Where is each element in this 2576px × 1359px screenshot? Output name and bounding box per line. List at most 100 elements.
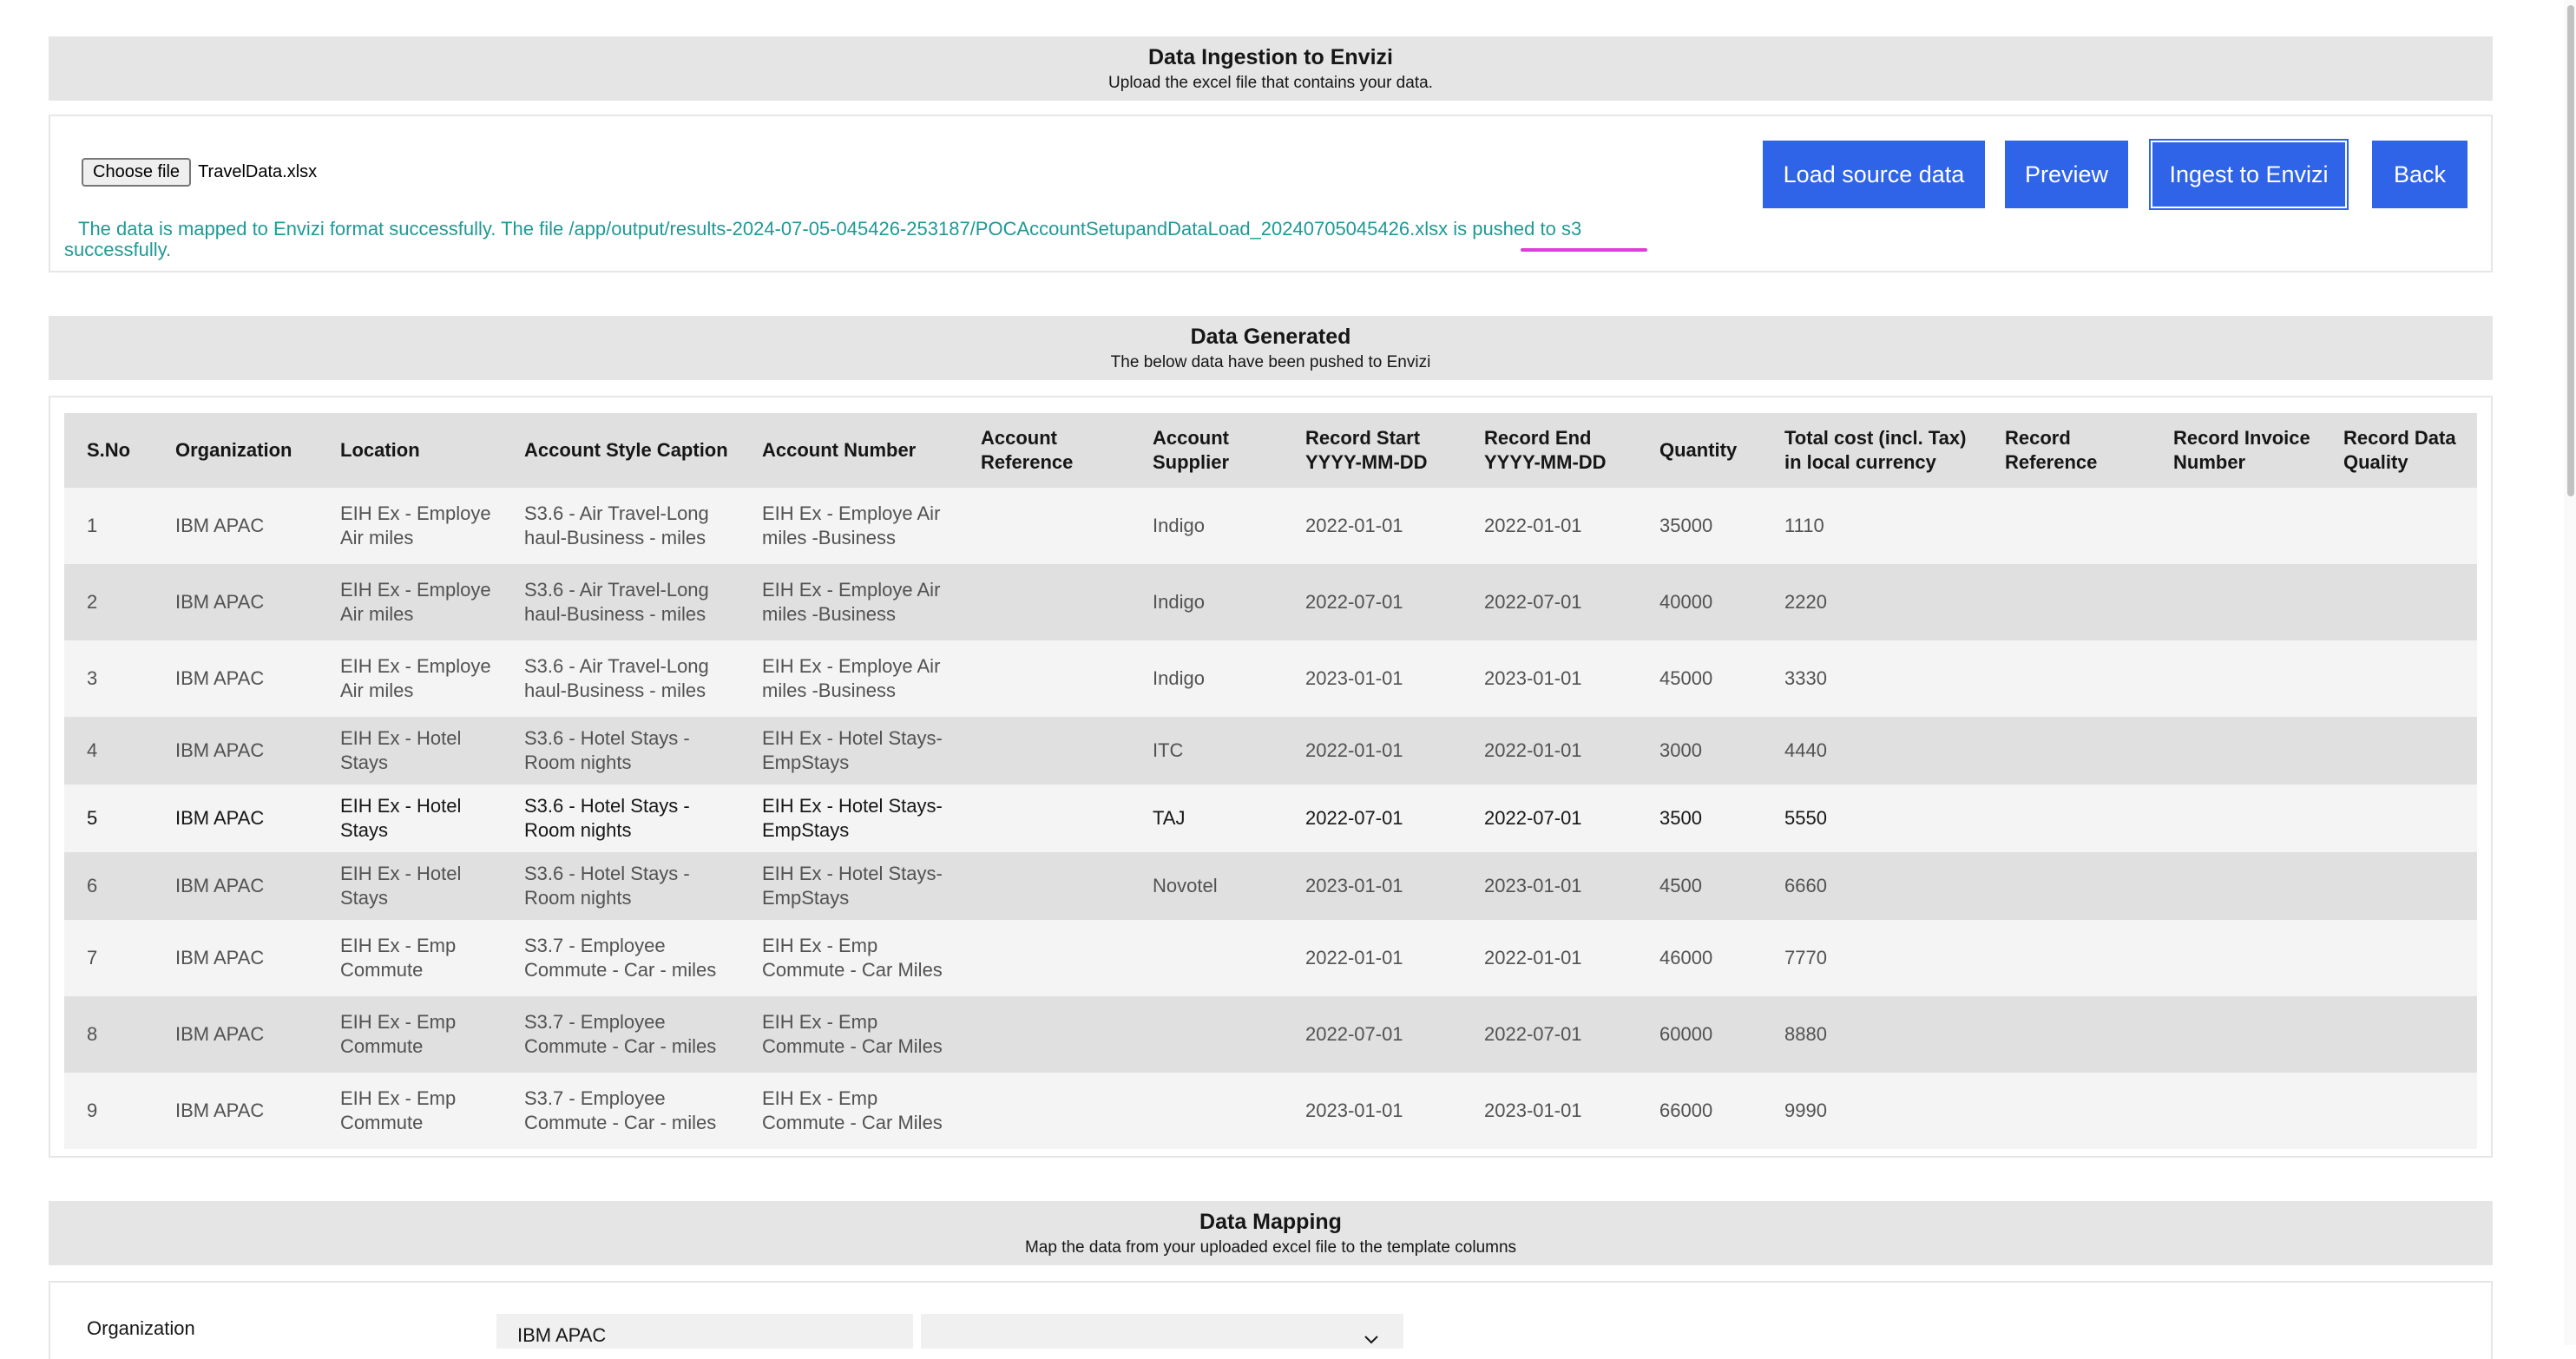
generated-title: Data Generated bbox=[1190, 325, 1351, 349]
table-cell bbox=[958, 785, 1130, 852]
table-cell: EIH Ex - Hotel Stays bbox=[318, 785, 502, 852]
table-cell: 2022-07-01 bbox=[1462, 996, 1637, 1073]
generated-data-table: S.No Organization Location Account Style Ca… bbox=[64, 413, 2477, 1149]
table-cell: EIH Ex - Hotel Stays-EmpStays bbox=[739, 717, 958, 785]
table-cell: 3330 bbox=[1762, 640, 1982, 717]
table-cell bbox=[2321, 640, 2477, 717]
table-cell bbox=[958, 920, 1130, 996]
column-header: Record End YYYY-MM-DD bbox=[1462, 413, 1637, 488]
table-cell: 8880 bbox=[1762, 996, 1982, 1073]
table-cell: 2022-07-01 bbox=[1283, 996, 1462, 1073]
table-cell: 60000 bbox=[1637, 996, 1762, 1073]
table-cell: 8 bbox=[64, 996, 153, 1073]
table-cell bbox=[1982, 785, 2151, 852]
mapping-label-organization: Organization bbox=[87, 1317, 195, 1339]
upload-panel: Choose file TravelData.xlsx Load source … bbox=[49, 115, 2493, 272]
chevron-down-icon bbox=[1364, 1329, 1379, 1349]
column-header: Record Reference bbox=[1982, 413, 2151, 488]
table-cell: EIH Ex - Employe Air miles bbox=[318, 564, 502, 640]
table-cell bbox=[958, 640, 1130, 717]
table-cell bbox=[958, 996, 1130, 1073]
table-cell bbox=[1130, 920, 1283, 996]
table-cell bbox=[1982, 1073, 2151, 1149]
table-cell: EIH Ex - Emp Commute bbox=[318, 996, 502, 1073]
table-cell: 3 bbox=[64, 640, 153, 717]
column-header: Quantity bbox=[1637, 413, 1762, 488]
table-cell bbox=[2151, 852, 2321, 920]
table-row[interactable]: 8 IBM APAC EIH Ex - Emp Commute S3.7 - Empl… bbox=[64, 996, 2477, 1073]
table-cell bbox=[2321, 564, 2477, 640]
column-header: Organization bbox=[153, 413, 318, 488]
table-cell bbox=[2151, 717, 2321, 785]
load-source-data-button[interactable]: Load source data bbox=[1763, 141, 1985, 208]
table-cell: EIH Ex - Emp Commute - Car Miles bbox=[739, 1073, 958, 1149]
table-cell: Indigo bbox=[1130, 564, 1283, 640]
ingest-to-envizi-button[interactable]: Ingest to Envizi bbox=[2149, 139, 2349, 210]
table-row[interactable]: 7 IBM APAC EIH Ex - Emp Commute S3.7 - Empl… bbox=[64, 920, 2477, 996]
table-cell bbox=[958, 717, 1130, 785]
table-cell bbox=[2151, 640, 2321, 717]
table-cell: S3.6 - Hotel Stays - Room nights bbox=[502, 717, 739, 785]
table-cell bbox=[2321, 996, 2477, 1073]
generated-panel: S.No Organization Location Account Style Ca… bbox=[49, 396, 2493, 1158]
table-cell: 2022-01-01 bbox=[1283, 488, 1462, 564]
mapping-header: Data Mapping Map the data from your uplo… bbox=[49, 1201, 2493, 1265]
generated-subtitle: The below data have been pushed to Enviz… bbox=[1110, 353, 1431, 371]
table-cell: 2022-01-01 bbox=[1283, 717, 1462, 785]
table-cell: S3.7 - Employee Commute - Car - miles bbox=[502, 1073, 739, 1149]
table-cell: 45000 bbox=[1637, 640, 1762, 717]
ingestion-title: Data Ingestion to Envizi bbox=[1148, 45, 1393, 69]
table-cell: EIH Ex - Emp Commute - Car Miles bbox=[739, 920, 958, 996]
table-cell bbox=[1982, 488, 2151, 564]
preview-button[interactable]: Preview bbox=[2005, 141, 2128, 208]
table-cell: 1 bbox=[64, 488, 153, 564]
table-cell: EIH Ex - Hotel Stays-EmpStays bbox=[739, 852, 958, 920]
table-cell: S3.6 - Air Travel-Long haul-Business - m… bbox=[502, 488, 739, 564]
table-cell: 9 bbox=[64, 1073, 153, 1149]
table-row[interactable]: 5 IBM APAC EIH Ex - Hotel Stays S3.6 - Hote… bbox=[64, 785, 2477, 852]
mapping-column-select[interactable] bbox=[921, 1314, 1403, 1349]
table-row[interactable]: 3 IBM APAC EIH Ex - Employe Air miles S3.6 … bbox=[64, 640, 2477, 717]
table-row[interactable]: 1 IBM APAC EIH Ex - Employe Air miles S3.6 … bbox=[64, 488, 2477, 564]
table-row[interactable]: 4 IBM APAC EIH Ex - Hotel Stays S3.6 - Hote… bbox=[64, 717, 2477, 785]
table-cell: EIH Ex - Hotel Stays-EmpStays bbox=[739, 785, 958, 852]
table-cell: 4440 bbox=[1762, 717, 1982, 785]
page-scrollbar[interactable] bbox=[2564, 0, 2576, 1345]
table-cell bbox=[2321, 785, 2477, 852]
table-cell: 2022-01-01 bbox=[1462, 920, 1637, 996]
table-cell: IBM APAC bbox=[153, 640, 318, 717]
table-cell: 4 bbox=[64, 717, 153, 785]
table-cell: 2023-01-01 bbox=[1283, 640, 1462, 717]
table-cell: EIH Ex - Employe Air miles bbox=[318, 640, 502, 717]
status-message: The data is mapped to Envizi format succ… bbox=[64, 218, 1582, 260]
table-cell: 2 bbox=[64, 564, 153, 640]
selected-file-name: TravelData.xlsx bbox=[198, 162, 318, 181]
table-row[interactable]: 6 IBM APAC EIH Ex - Hotel Stays S3.6 - Hote… bbox=[64, 852, 2477, 920]
table-cell: Novotel bbox=[1130, 852, 1283, 920]
table-cell bbox=[2151, 488, 2321, 564]
table-cell: IBM APAC bbox=[153, 920, 318, 996]
table-cell: TAJ bbox=[1130, 785, 1283, 852]
annotation-underline bbox=[1521, 248, 1647, 252]
column-header: Account Supplier bbox=[1130, 413, 1283, 488]
table-cell: ITC bbox=[1130, 717, 1283, 785]
back-button[interactable]: Back bbox=[2372, 141, 2468, 208]
table-cell: EIH Ex - Employe Air miles bbox=[318, 488, 502, 564]
table-cell bbox=[2151, 785, 2321, 852]
table-cell bbox=[1982, 920, 2151, 996]
table-cell: EIH Ex - Employe Air miles -Business bbox=[739, 488, 958, 564]
mapping-value-organization[interactable]: IBM APAC bbox=[496, 1314, 913, 1349]
table-cell: 2023-01-01 bbox=[1462, 1073, 1637, 1149]
table-cell: 4500 bbox=[1637, 852, 1762, 920]
table-row[interactable]: 9 IBM APAC EIH Ex - Emp Commute S3.7 - Empl… bbox=[64, 1073, 2477, 1149]
choose-file-button[interactable]: Choose file bbox=[82, 158, 192, 187]
table-cell: 2220 bbox=[1762, 564, 1982, 640]
scrollbar-thumb[interactable] bbox=[2567, 5, 2574, 496]
table-cell bbox=[958, 564, 1130, 640]
table-cell: S3.6 - Hotel Stays - Room nights bbox=[502, 852, 739, 920]
table-cell: S3.6 - Hotel Stays - Room nights bbox=[502, 785, 739, 852]
table-cell: 2022-07-01 bbox=[1283, 564, 1462, 640]
table-cell bbox=[1982, 640, 2151, 717]
table-cell: Indigo bbox=[1130, 640, 1283, 717]
table-row[interactable]: 2 IBM APAC EIH Ex - Employe Air miles S3.6 … bbox=[64, 564, 2477, 640]
